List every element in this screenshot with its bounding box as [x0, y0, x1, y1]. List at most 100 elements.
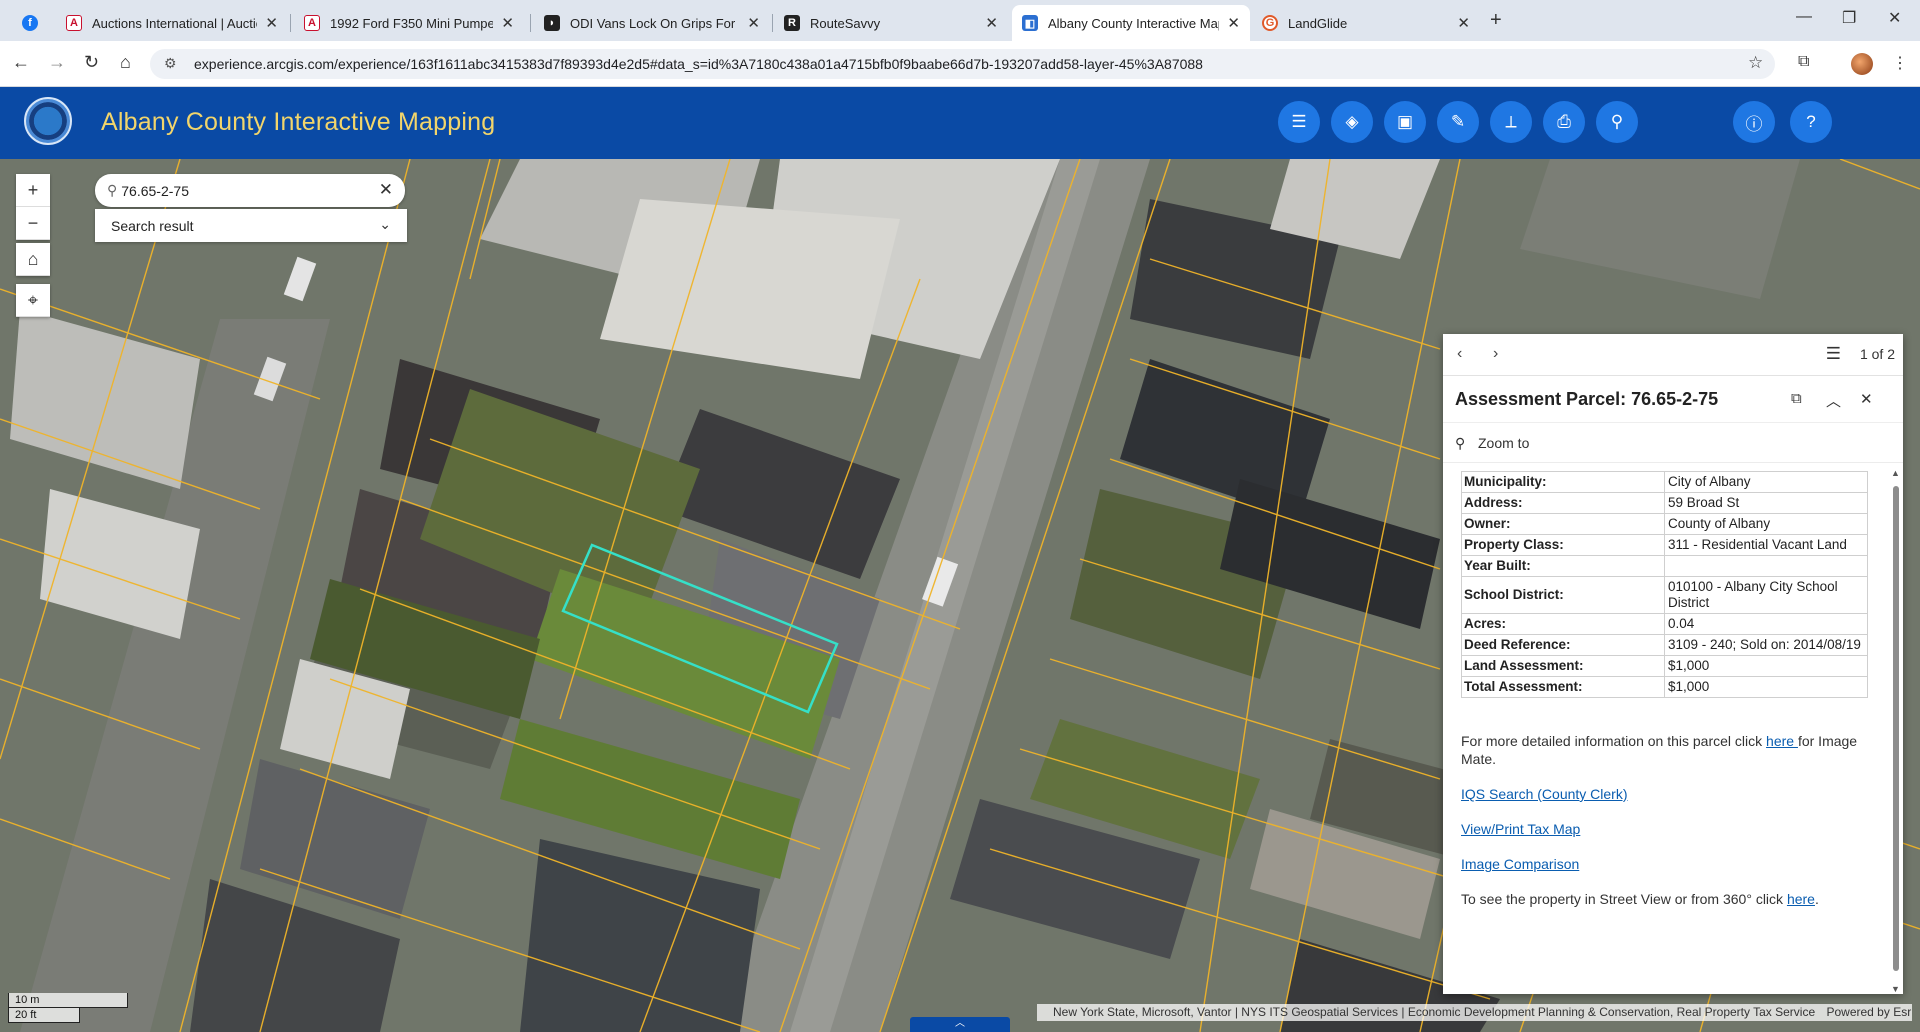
attribution-text: New York State, Microsoft, Vantor | NYS … [1053, 1005, 1816, 1019]
map-view[interactable]: + − ⌂ ⌖ ⚲ 76.65-2-75 ✕ Search result ⌄ 1… [0, 159, 1920, 1032]
tab-odi-vans[interactable]: ◗ ODI Vans Lock On Grips For Ha ✕ [534, 5, 770, 41]
layer-list-button[interactable]: ☰ [1278, 101, 1320, 143]
help-button[interactable]: ? [1790, 101, 1832, 143]
tab-facebook[interactable]: f [12, 5, 54, 41]
select-button[interactable]: ⚲ [1596, 101, 1638, 143]
app-header: Albany County Interactive Mapping ☰ ◈ ▣ … [0, 87, 1920, 159]
draw-button[interactable]: ✎ [1437, 101, 1479, 143]
browser-address-bar: ← → ↻ ⌂ ⚙ experience.arcgis.com/experien… [0, 41, 1920, 87]
tax-map-link-row: View/Print Tax Map [1461, 820, 1871, 838]
search-value: 76.65-2-75 [121, 182, 189, 199]
attribute-value: County of Albany [1664, 513, 1868, 535]
zoom-to-action[interactable]: ⚲ Zoom to [1443, 423, 1903, 463]
attribute-row: Acres: 0.04 [1461, 613, 1868, 635]
url-field[interactable]: ⚙ experience.arcgis.com/experience/163f1… [150, 49, 1775, 79]
layers-button[interactable]: ◈ [1331, 101, 1373, 143]
close-tab-icon[interactable]: ✕ [265, 14, 278, 32]
attribute-row: Land Assessment: $1,000 [1461, 655, 1868, 677]
locate-control: ⌖ [16, 284, 50, 317]
tab-auctions-international[interactable]: A Auctions International | Auction ✕ [56, 5, 288, 41]
attribute-row: Address: 59 Broad St [1461, 492, 1868, 514]
close-tab-icon[interactable]: ✕ [747, 14, 760, 32]
home-icon: ⌂ [27, 248, 39, 269]
list-icon: ☰ [1291, 112, 1307, 131]
home-control: ⌂ [16, 243, 50, 276]
next-feature-icon[interactable]: › [1493, 345, 1498, 363]
close-tab-icon[interactable]: ✕ [1227, 14, 1240, 32]
locate-button[interactable]: ⌖ [16, 284, 50, 317]
site-info-icon[interactable]: ⚙ [164, 55, 177, 72]
forward-icon[interactable]: → [48, 52, 66, 73]
tab-landglide[interactable]: G LandGlide ✕ [1252, 5, 1480, 41]
tab-albany-county-map[interactable]: ◧ Albany County Interactive Map ✕ [1012, 5, 1250, 41]
attribute-key: Property Class: [1461, 534, 1665, 556]
reload-icon[interactable]: ↻ [84, 52, 99, 73]
print-button[interactable]: ⎙ [1543, 101, 1585, 143]
bookmark-star-icon[interactable]: ☆ [1748, 53, 1763, 73]
expand-panel-tab[interactable]: ︿ [910, 1017, 1010, 1032]
image-mate-text: For more detailed information on this pa… [1461, 732, 1871, 768]
tab-title: Auctions International | Auction [92, 15, 258, 31]
attribute-value [1664, 555, 1868, 577]
print-icon: ⎙ [1557, 112, 1571, 131]
image-comparison-link[interactable]: Image Comparison [1461, 856, 1579, 872]
profile-avatar[interactable] [1851, 53, 1873, 75]
close-tab-icon[interactable]: ✕ [985, 14, 998, 32]
zoom-to-label: Zoom to [1478, 435, 1530, 451]
iqs-search-link-row: IQS Search (County Clerk) [1461, 785, 1871, 803]
tab-title: RouteSavvy [810, 15, 881, 31]
popup-content: Municipality: City of Albany Address: 59 Br… [1443, 470, 1889, 990]
zoom-in-button[interactable]: + [16, 174, 50, 207]
attribute-value: City of Albany [1664, 471, 1868, 493]
zoom-out-button[interactable]: − [16, 207, 50, 240]
close-tab-icon[interactable]: ✕ [1457, 14, 1470, 32]
popup-scrollbar[interactable]: ▲ ▼ [1891, 468, 1900, 994]
default-extent-button[interactable]: ⌂ [16, 243, 50, 276]
menu-icon[interactable]: ⋮ [1892, 53, 1908, 73]
clear-search-icon[interactable]: ✕ [379, 180, 393, 200]
tax-map-link[interactable]: View/Print Tax Map [1461, 821, 1580, 837]
close-window-icon[interactable]: ✕ [1888, 8, 1901, 28]
feature-list-icon[interactable]: ☰ [1826, 344, 1841, 364]
close-tab-icon[interactable]: ✕ [501, 14, 514, 32]
street-view-pre: To see the property in Street View or fr… [1461, 891, 1787, 907]
attribute-table: Municipality: City of Albany Address: 59 Br… [1461, 471, 1868, 698]
image-mate-link[interactable]: here [1766, 733, 1798, 749]
scrollbar-thumb[interactable] [1893, 486, 1899, 971]
tab-title: ODI Vans Lock On Grips For Ha [570, 15, 740, 31]
scale-imperial: 20 ft [8, 1008, 80, 1023]
search-result-dropdown[interactable]: Search result ⌄ [95, 209, 407, 242]
street-view-text: To see the property in Street View or fr… [1461, 890, 1871, 908]
layers-icon: ◈ [1345, 112, 1359, 131]
street-view-link[interactable]: here [1787, 891, 1815, 907]
tab-ford-f350[interactable]: A 1992 Ford F350 Mini Pumper Tr ✕ [294, 5, 524, 41]
collapse-icon[interactable]: ︿ [1826, 390, 1841, 411]
new-tab-button[interactable]: + [1490, 9, 1502, 32]
measure-button[interactable]: ⟂ [1490, 101, 1532, 143]
zoom-controls: + − [16, 174, 50, 240]
minimize-icon[interactable]: — [1796, 8, 1812, 26]
search-icon: ⚲ [107, 182, 118, 198]
chevron-up-icon: ︿ [955, 1018, 965, 1029]
info-icon: ⓘ [1745, 114, 1763, 134]
home-icon[interactable]: ⌂ [120, 52, 131, 73]
iqs-search-link[interactable]: IQS Search (County Clerk) [1461, 786, 1628, 802]
bookmark-button[interactable]: ▣ [1384, 101, 1426, 143]
attribute-key: Address: [1461, 492, 1665, 514]
popup-navigation: ‹ › ☰ 1 of 2 [1443, 334, 1903, 376]
popup-title: Assessment Parcel: 76.65-2-75 [1455, 389, 1719, 409]
bookmark-icon: ▣ [1396, 112, 1414, 131]
tab-routesavvy[interactable]: R RouteSavvy ✕ [774, 5, 1008, 41]
back-icon[interactable]: ← [12, 52, 30, 73]
restore-icon[interactable]: ❐ [1842, 8, 1856, 28]
dock-icon[interactable]: ⧉ [1791, 390, 1802, 407]
previous-feature-icon[interactable]: ‹ [1457, 345, 1462, 363]
about-button[interactable]: ⓘ [1733, 101, 1775, 143]
scroll-up-icon[interactable]: ▲ [1891, 468, 1900, 478]
cast-icon[interactable]: ⧉ [1798, 53, 1809, 71]
close-icon[interactable]: ✕ [1860, 390, 1873, 408]
powered-by-esri[interactable]: Powered by Esri [1826, 1005, 1912, 1019]
scroll-down-icon[interactable]: ▼ [1891, 984, 1900, 994]
search-input[interactable]: ⚲ 76.65-2-75 ✕ [95, 174, 405, 207]
feature-count: 1 of 2 [1859, 346, 1895, 362]
